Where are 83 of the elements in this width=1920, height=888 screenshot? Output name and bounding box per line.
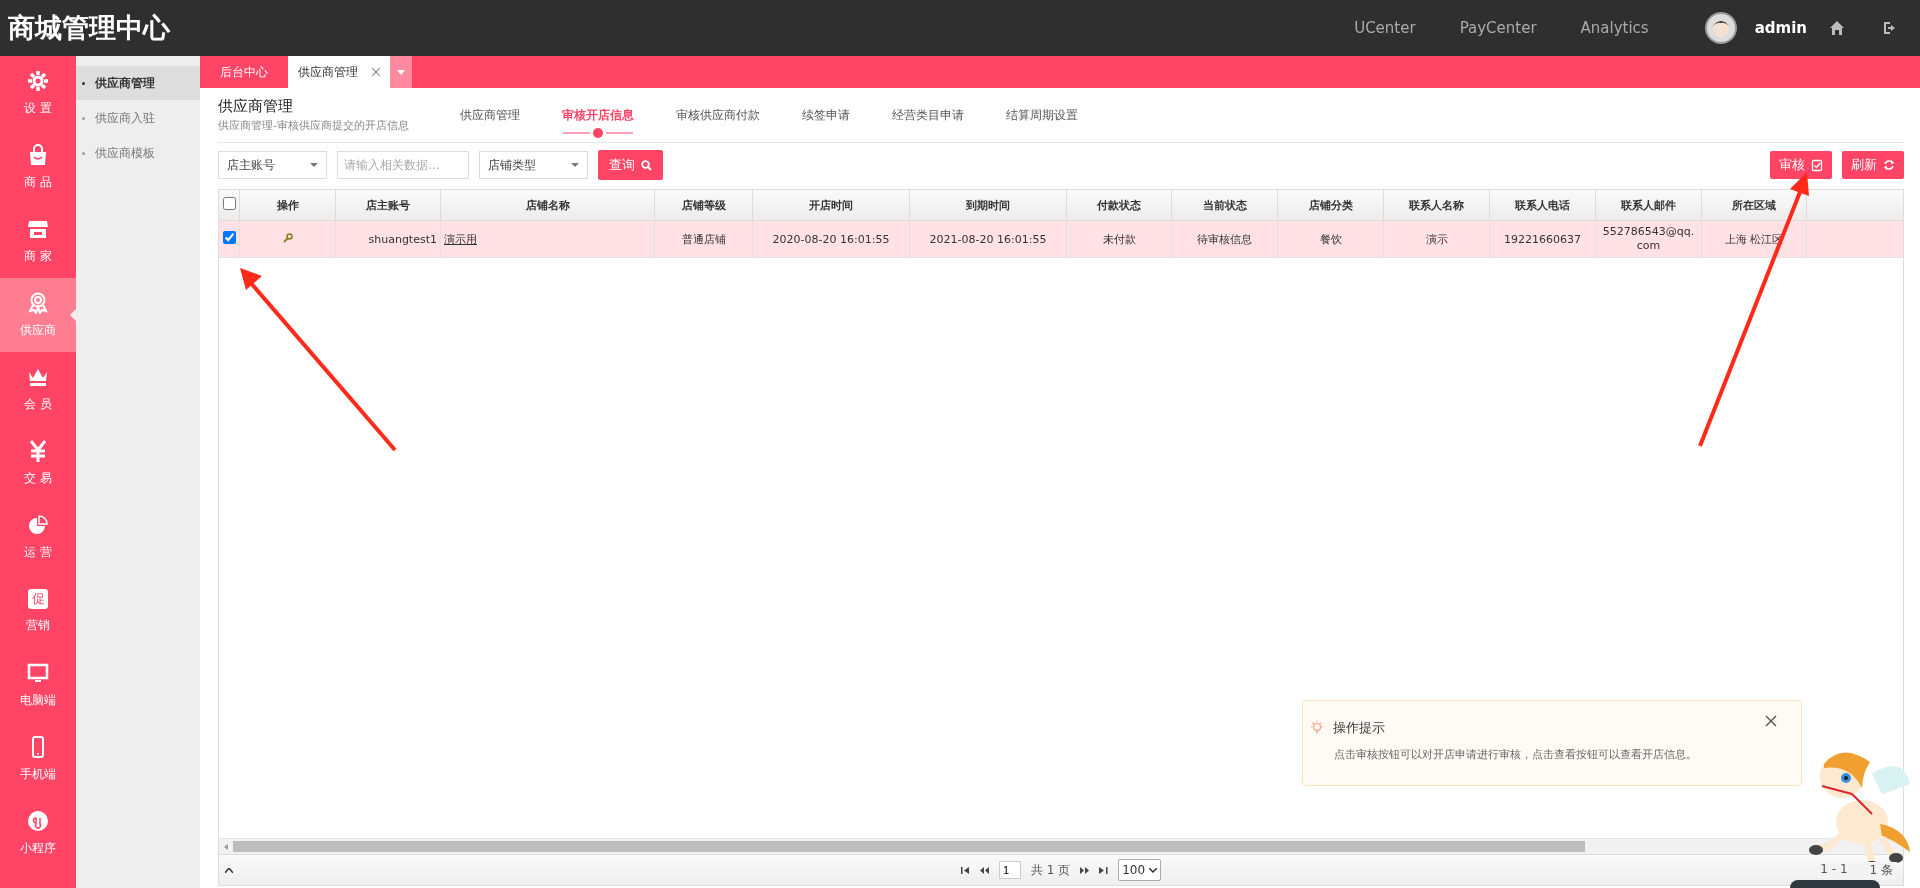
column-header[interactable]: 店铺分类 (1277, 190, 1384, 221)
nav-link[interactable]: PayCenter (1459, 19, 1537, 37)
refresh-icon (1883, 158, 1895, 172)
app-title: 商城管理中心 (8, 11, 170, 45)
field-select[interactable]: 店主账号 (218, 151, 327, 179)
sub-tab[interactable]: 供应商管理 (460, 106, 520, 124)
column-header[interactable]: 当前状态 (1171, 190, 1278, 221)
sub-tab[interactable]: 续签申请 (802, 106, 850, 124)
table-cell: 餐饮 (1319, 232, 1342, 246)
monitor-icon (27, 661, 49, 684)
table-cell: 19221660637 (1504, 232, 1581, 246)
close-icon[interactable] (1765, 715, 1777, 727)
home-icon[interactable] (1829, 20, 1845, 36)
column-header[interactable]: 店铺名称 (440, 190, 655, 221)
column-header[interactable]: 联系人电话 (1489, 190, 1596, 221)
user-name[interactable]: admin (1754, 19, 1807, 37)
scroll-left-icon (224, 843, 228, 850)
column-header[interactable]: 联系人邮件 (1595, 190, 1702, 221)
page-size-select[interactable]: 100 (1118, 859, 1162, 881)
page-title: 供应商管理 (218, 97, 294, 116)
store-name-link[interactable]: 演示用 (444, 232, 477, 246)
column-header[interactable]: 店铺等级 (654, 190, 753, 221)
bag-icon (27, 143, 49, 166)
column-header[interactable]: 联系人名称 (1383, 190, 1490, 221)
search-icon (641, 159, 652, 171)
close-icon[interactable] (372, 68, 380, 76)
sub-tab[interactable]: 结算周期设置 (1006, 106, 1078, 124)
table-cell: shuangtest1 (368, 232, 437, 246)
page-number-field[interactable]: 1 (998, 861, 1021, 879)
lightbulb-icon (1310, 720, 1324, 736)
record-range: 1 - 1 (1820, 861, 1848, 878)
table-cell-text: 552786543@qq.com (1601, 224, 1696, 254)
table-cell: 普通店铺 (681, 232, 726, 246)
clipboard-check-icon (1811, 158, 1823, 172)
column-header[interactable]: 付款状态 (1066, 190, 1172, 221)
table-cell: 2020-08-20 16:01:55 (772, 232, 890, 246)
key-icon[interactable] (282, 232, 293, 243)
next-page-icon[interactable] (1080, 866, 1090, 874)
table-cell: 2021-08-20 16:01:55 (929, 232, 1047, 246)
promo-icon: 促 (28, 588, 48, 609)
link-circle-icon (27, 809, 49, 832)
floating-widget[interactable] (1790, 880, 1880, 888)
last-page-icon[interactable] (1099, 866, 1109, 874)
select-all-checkbox[interactable] (222, 197, 236, 210)
submenu-item[interactable]: 供应商入驻 (76, 101, 200, 135)
table-cell: 演示 (1425, 232, 1448, 246)
row-checkbox[interactable] (222, 231, 236, 244)
previous-page-icon[interactable] (979, 866, 989, 874)
column-header[interactable]: 操作 (239, 190, 336, 221)
dropdown-caret-icon (571, 163, 579, 167)
sub-tab[interactable]: 经营类目申请 (892, 106, 964, 124)
yen-icon (27, 439, 49, 462)
pie-chart-icon (27, 513, 49, 536)
first-page-icon[interactable] (960, 866, 970, 874)
sub-tab[interactable]: 审核供应商付款 (676, 106, 760, 124)
table-cell: 待审核信息 (1197, 232, 1252, 246)
hint-title: 操作提示 (1333, 719, 1385, 737)
submenu-item[interactable]: 供应商模板 (76, 136, 200, 170)
settings-icon (27, 69, 49, 92)
hint-text: 点击审核按钮可以对开店申请进行审核，点击查看按钮可以查看开店信息。 (1334, 747, 1698, 762)
column-header[interactable]: 开店时间 (752, 190, 910, 221)
table-cell: 未付款 (1102, 232, 1136, 246)
avatar-icon[interactable] (1704, 12, 1737, 44)
page-count: 共 1 页 (1030, 861, 1071, 879)
column-header[interactable]: 所在区域 (1701, 190, 1807, 221)
dropdown-caret-icon (310, 163, 318, 167)
search-field[interactable]: 请输入相关数据... (337, 151, 469, 179)
nav-link[interactable]: Analytics (1580, 19, 1649, 37)
store-type-select[interactable]: 店铺类型 (479, 151, 588, 179)
dropdown-caret-icon (1149, 867, 1158, 873)
nav-link[interactable]: UCenter (1354, 19, 1416, 37)
submenu-item[interactable]: 供应商管理 (76, 66, 200, 100)
page-subtitle: 供应商管理-审核供应商提交的开店信息 (218, 118, 410, 133)
scrollbar-thumb[interactable] (233, 841, 1585, 852)
active-indicator-icon (563, 127, 633, 138)
horizontal-scrollbar[interactable] (219, 838, 1903, 854)
medal-icon (27, 291, 49, 314)
tab[interactable]: 供应商管理 (288, 56, 390, 88)
record-count: 1 条 (1869, 861, 1893, 879)
collapse-caret-icon[interactable] (225, 867, 233, 873)
caret-icon (397, 69, 405, 75)
column-header[interactable]: 到期时间 (909, 190, 1067, 221)
column-header[interactable]: 店主账号 (335, 190, 441, 221)
